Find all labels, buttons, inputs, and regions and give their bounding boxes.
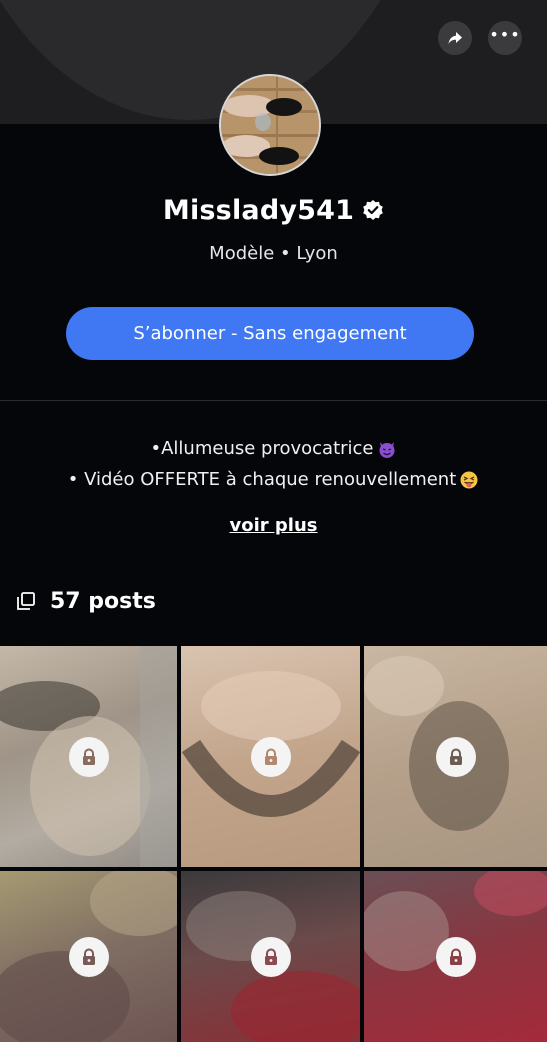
posts-count-row: 57 posts bbox=[16, 586, 156, 616]
post-thumbnail[interactable] bbox=[181, 871, 360, 1042]
lock-icon bbox=[82, 748, 95, 765]
tongue-wink-emoji-icon bbox=[460, 471, 478, 489]
more-dots-icon: ••• bbox=[489, 25, 521, 44]
lock-icon bbox=[449, 748, 462, 765]
locked-badge bbox=[435, 936, 476, 977]
post-thumbnail[interactable] bbox=[0, 871, 177, 1042]
cover-arc-decoration bbox=[0, 0, 440, 120]
post-thumbnail[interactable] bbox=[0, 646, 177, 867]
locked-badge bbox=[250, 936, 291, 977]
locked-badge bbox=[435, 736, 476, 777]
username: Misslady541 bbox=[162, 194, 355, 226]
bio-line-2: • Vidéo OFFERTE à chaque renouvellement bbox=[0, 469, 547, 490]
verified-badge-icon bbox=[363, 200, 383, 220]
subscribe-button[interactable]: S’abonner - Sans engagement bbox=[66, 307, 474, 360]
locked-badge bbox=[68, 736, 109, 777]
posts-stack-icon bbox=[17, 592, 35, 610]
voir-plus-link[interactable]: voir plus bbox=[0, 515, 547, 536]
avatar[interactable] bbox=[219, 74, 321, 176]
devil-emoji-icon bbox=[379, 442, 394, 458]
username-row: Misslady541 bbox=[0, 192, 547, 228]
posts-count: 57 posts bbox=[50, 588, 156, 614]
lock-icon bbox=[449, 948, 462, 965]
post-thumbnail[interactable] bbox=[181, 646, 360, 867]
bio-line-1: •Allumeuse provocatrice bbox=[0, 438, 547, 459]
share-button[interactable] bbox=[438, 21, 472, 55]
bio-line-1-text: •Allumeuse provocatrice bbox=[150, 438, 374, 459]
lock-icon bbox=[264, 748, 277, 765]
lock-icon bbox=[82, 948, 95, 965]
post-thumbnail[interactable] bbox=[364, 646, 547, 867]
avatar-image bbox=[221, 76, 319, 174]
share-icon bbox=[448, 32, 462, 44]
locked-badge bbox=[250, 736, 291, 777]
lock-icon bbox=[264, 948, 277, 965]
locked-badge bbox=[68, 936, 109, 977]
post-thumbnail[interactable] bbox=[364, 871, 547, 1042]
profile-subtitle: Modèle • Lyon bbox=[209, 243, 338, 264]
more-options-button[interactable]: ••• bbox=[488, 21, 522, 55]
section-divider bbox=[0, 400, 547, 401]
bio-line-2-text: • Vidéo OFFERTE à chaque renouvellement bbox=[67, 469, 457, 490]
